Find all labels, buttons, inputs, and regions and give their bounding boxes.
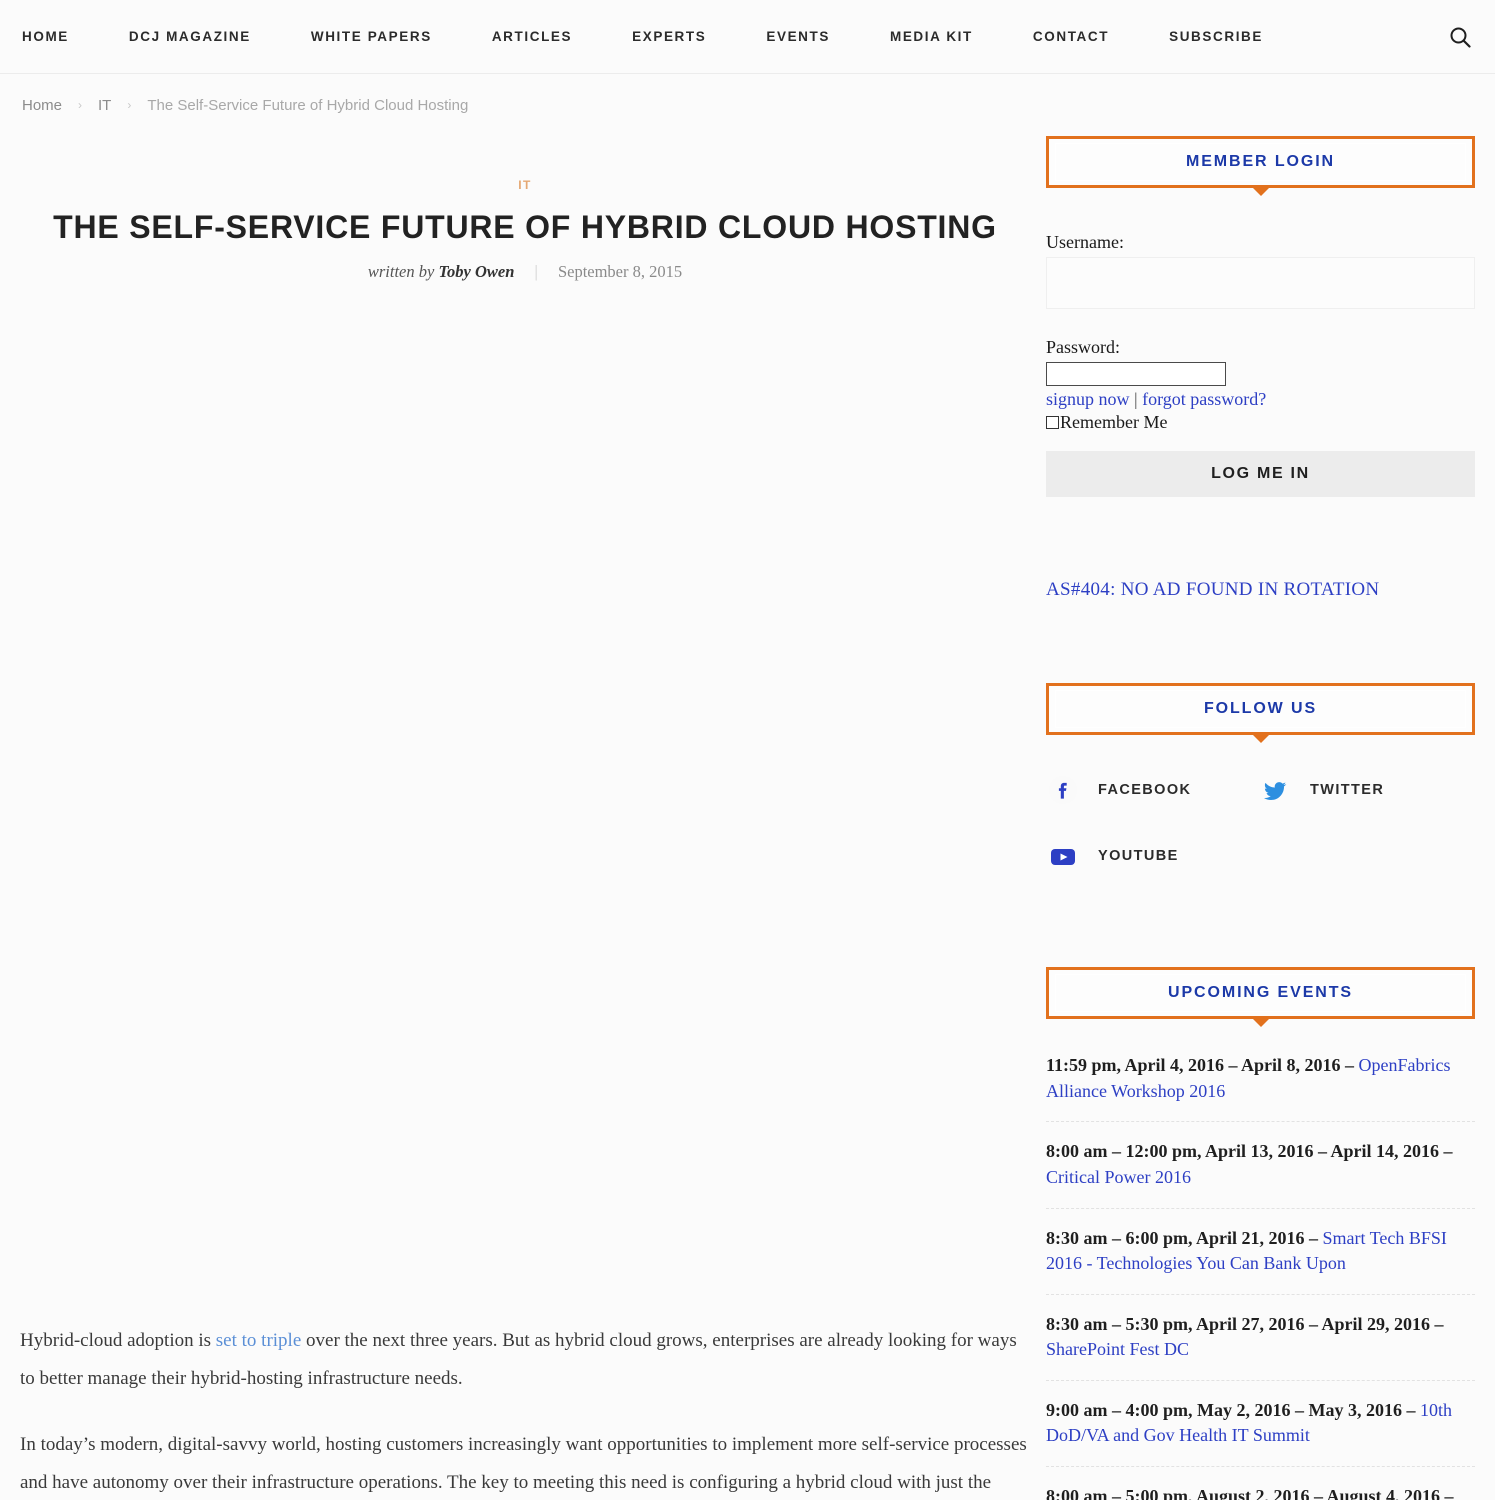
remember-me-row: Remember Me — [1046, 412, 1475, 433]
main-nav-list: HOME DCJ MAGAZINE WHITE PAPERS ARTICLES … — [22, 29, 1263, 44]
event-list-item: 9:00 am – 4:00 pm, May 2, 2016 – May 3, … — [1046, 1398, 1475, 1467]
upcoming-events-title: UPCOMING EVENTS — [1168, 984, 1353, 1002]
nav-item-white-papers[interactable]: WHITE PAPERS — [311, 29, 432, 44]
password-input[interactable] — [1046, 362, 1226, 386]
social-label-youtube: YOUTUBE — [1098, 848, 1179, 865]
ad-slot: AS#404: NO AD FOUND IN ROTATION — [1046, 579, 1475, 601]
article-body: Hybrid-cloud adoption is set to triple o… — [20, 1322, 1030, 1500]
event-datetime: 8:30 am – 5:30 pm, April 27, 2016 – Apri… — [1046, 1313, 1444, 1334]
header-arrow-icon — [1249, 185, 1272, 196]
member-login-form: Username: Password: signup now | forgot … — [1046, 188, 1475, 498]
header-arrow-icon — [1249, 732, 1272, 744]
article-column: IT THE SELF-SERVICE FUTURE OF HYBRID CLO… — [20, 136, 1030, 1500]
page-title: THE SELF-SERVICE FUTURE OF HYBRID CLOUD … — [53, 209, 997, 245]
social-label-facebook: FACEBOOK — [1098, 782, 1192, 799]
breadcrumb-current: The Self-Service Future of Hybrid Cloud … — [147, 96, 469, 114]
article-byline: written by Toby Owen | September 8, 2015 — [20, 262, 1030, 282]
content-wrapper: IT THE SELF-SERVICE FUTURE OF HYBRID CLO… — [0, 136, 1495, 1500]
ad-rotation-message[interactable]: AS#404: NO AD FOUND IN ROTATION — [1046, 579, 1379, 600]
facebook-icon — [1046, 773, 1080, 807]
follow-us-widget: FOLLOW US FACEBOOK TWITTER YOUTUBE — [1046, 683, 1475, 905]
upcoming-events-widget: UPCOMING EVENTS 11:59 pm, April 4, 2016 … — [1046, 967, 1475, 1500]
event-datetime: 8:30 am – 6:00 pm, April 21, 2016 – — [1046, 1227, 1323, 1248]
youtube-icon — [1046, 839, 1080, 873]
header-arrow-icon — [1249, 1016, 1272, 1028]
nav-item-dcj-magazine[interactable]: DCJ MAGAZINE — [129, 29, 251, 44]
form-spacer — [1046, 309, 1475, 337]
event-list-item: 8:00 am – 12:00 pm, April 13, 2016 – Apr… — [1046, 1139, 1475, 1209]
username-label: Username: — [1046, 232, 1124, 252]
events-list: 11:59 pm, April 4, 2016 – April 8, 2016 … — [1046, 1019, 1475, 1500]
sidebar: MEMBER LOGIN Username: Password: signup … — [1030, 136, 1475, 1500]
nav-item-media-kit[interactable]: MEDIA KIT — [890, 29, 973, 44]
article-paragraph: Hybrid-cloud adoption is set to triple o… — [20, 1322, 1030, 1398]
social-link-facebook[interactable]: FACEBOOK — [1046, 773, 1258, 807]
event-datetime: 8:00 am – 5:00 pm, August 2, 2016 – Augu… — [1046, 1485, 1454, 1500]
link-separator: | — [1129, 389, 1143, 409]
nav-item-home[interactable]: HOME — [22, 29, 69, 44]
remember-me-label: Remember Me — [1060, 412, 1168, 433]
username-input[interactable] — [1046, 257, 1475, 309]
nav-item-events[interactable]: EVENTS — [766, 29, 830, 44]
remember-me-checkbox[interactable] — [1046, 416, 1059, 430]
inline-link-set-to-triple[interactable]: set to triple — [216, 1330, 301, 1351]
social-link-twitter[interactable]: TWITTER — [1258, 773, 1470, 807]
article-paragraph: In today’s modern, digital-savvy world, … — [20, 1426, 1030, 1500]
paragraph-text-before: Hybrid-cloud adoption is — [20, 1330, 216, 1352]
byline-author[interactable]: Toby Owen — [438, 262, 514, 281]
breadcrumb-category[interactable]: IT — [98, 97, 111, 114]
event-name-link[interactable]: Critical Power 2016 — [1046, 1167, 1191, 1187]
forgot-password-link[interactable]: forgot password? — [1142, 389, 1266, 409]
event-list-item: 8:30 am – 6:00 pm, April 21, 2016 – Smar… — [1046, 1226, 1475, 1295]
breadcrumb-separator: › — [127, 98, 132, 112]
event-list-item: 8:30 am – 5:30 pm, April 27, 2016 – Apri… — [1046, 1312, 1475, 1381]
social-link-youtube[interactable]: YOUTUBE — [1046, 839, 1258, 873]
signup-now-link[interactable]: signup now — [1046, 389, 1130, 409]
nav-item-contact[interactable]: CONTACT — [1033, 29, 1109, 44]
search-icon[interactable] — [1445, 22, 1475, 52]
article-category-label[interactable]: IT — [20, 178, 1030, 192]
password-label: Password: — [1046, 337, 1121, 357]
follow-us-header: FOLLOW US — [1046, 683, 1475, 744]
top-navigation-bar: HOME DCJ MAGAZINE WHITE PAPERS ARTICLES … — [0, 0, 1495, 74]
log-me-in-button[interactable]: LOG ME IN — [1046, 451, 1475, 498]
social-links-body: FACEBOOK TWITTER YOUTUBE — [1046, 735, 1475, 905]
event-name-link[interactable]: SharePoint Fest DC — [1046, 1339, 1189, 1359]
breadcrumb-separator: › — [78, 98, 83, 112]
nav-item-articles[interactable]: ARTICLES — [492, 29, 572, 44]
member-login-title: MEMBER LOGIN — [1185, 153, 1336, 170]
member-login-header: MEMBER LOGIN — [1046, 136, 1475, 196]
nav-item-subscribe[interactable]: SUBSCRIBE — [1169, 29, 1263, 44]
twitter-icon — [1258, 773, 1292, 807]
breadcrumb: Home › IT › The Self-Service Future of H… — [0, 74, 1495, 136]
event-list-item: 11:59 pm, April 4, 2016 – April 8, 2016 … — [1046, 1053, 1475, 1123]
event-datetime: 9:00 am – 4:00 pm, May 2, 2016 – May 3, … — [1046, 1399, 1420, 1420]
nav-item-experts[interactable]: EXPERTS — [632, 29, 706, 44]
event-datetime: 8:00 am – 12:00 pm, April 13, 2016 – Apr… — [1046, 1141, 1453, 1162]
byline-divider: | — [534, 262, 538, 282]
upcoming-events-header: UPCOMING EVENTS — [1046, 967, 1475, 1028]
follow-us-title: FOLLOW US — [1203, 700, 1318, 718]
event-datetime: 11:59 pm, April 4, 2016 – April 8, 2016 … — [1046, 1055, 1359, 1076]
paragraph-text-before: In today’s modern, digital-savvy world, … — [20, 1434, 1027, 1494]
byline-written-by-label: written by — [367, 262, 435, 282]
member-login-widget: MEMBER LOGIN Username: Password: signup … — [1046, 136, 1475, 498]
social-label-twitter: TWITTER — [1310, 782, 1385, 799]
social-links-grid: FACEBOOK TWITTER YOUTUBE — [1046, 773, 1475, 905]
login-helper-links: signup now | forgot password? — [1046, 388, 1475, 411]
page-root: HOME DCJ MAGAZINE WHITE PAPERS ARTICLES … — [0, 0, 1495, 1500]
event-list-item: 8:00 am – 5:00 pm, August 2, 2016 – Augu… — [1046, 1484, 1475, 1500]
breadcrumb-home[interactable]: Home — [22, 97, 62, 114]
byline-date: September 8, 2015 — [557, 262, 683, 282]
